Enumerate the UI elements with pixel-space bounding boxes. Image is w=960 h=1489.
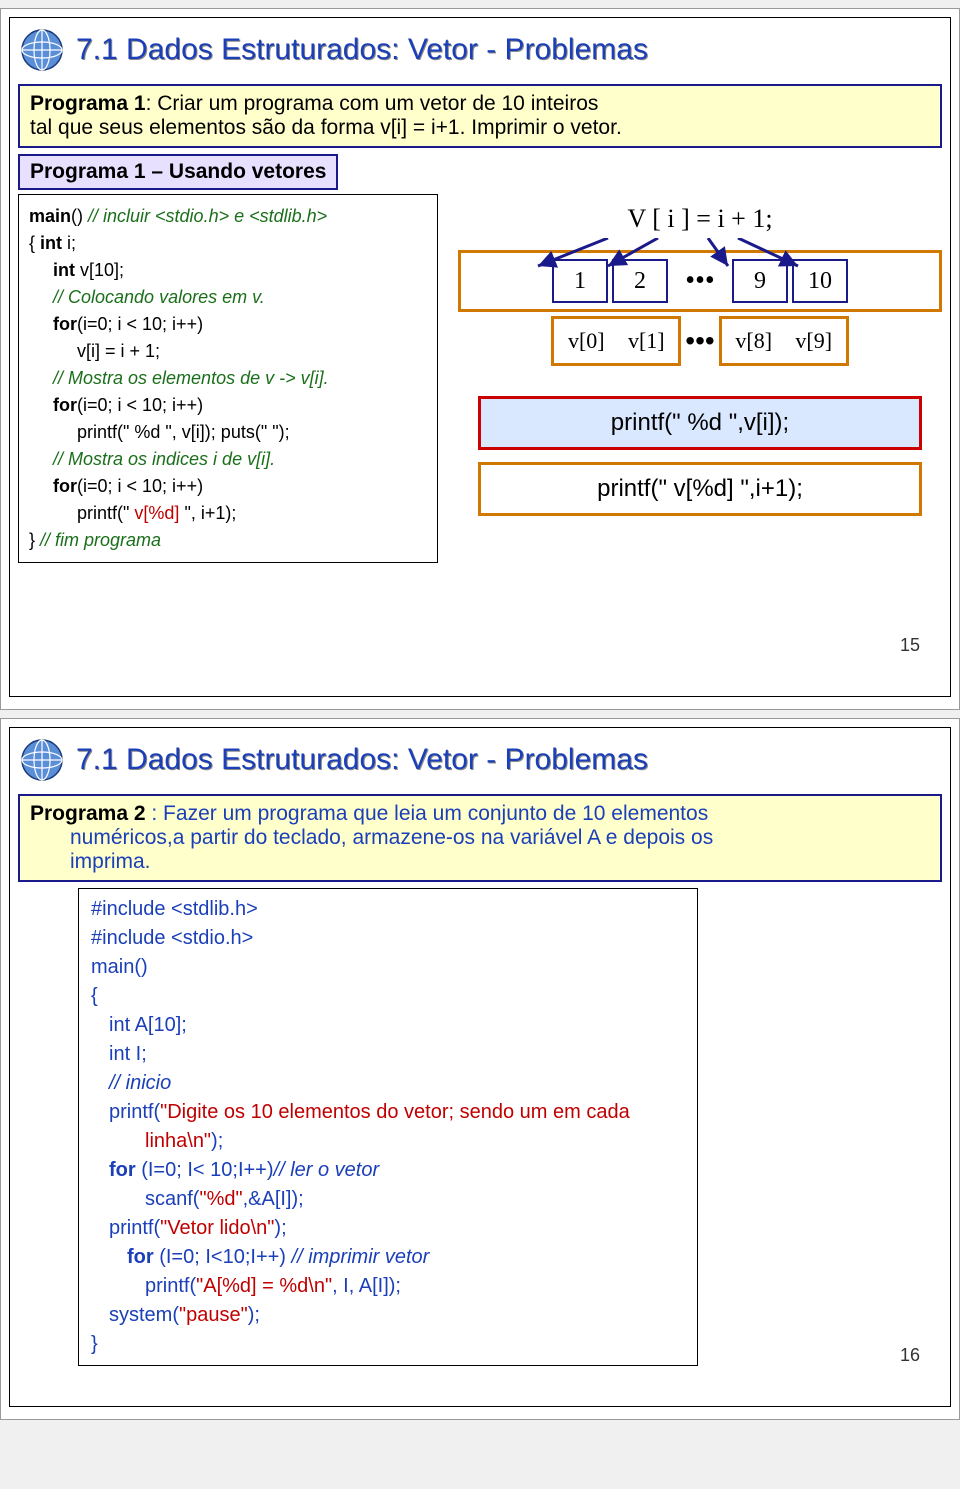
index-group: v[8] v[9] <box>719 316 849 366</box>
problem-statement: Programa 1: Criar um programa com um vet… <box>18 84 942 148</box>
slide-2: 7.1 Dados Estruturados: Vetor - Problema… <box>0 718 960 1420</box>
code-keyword: int <box>53 260 75 280</box>
code-box: main() // incluir <stdio.h> e <stdlib.h>… <box>18 194 438 563</box>
code-comment: // Colocando valores em v. <box>53 287 265 307</box>
problem-text-a: : Fazer um programa que leia um conjunto… <box>151 802 708 825</box>
problem-text-b: tal que seus elementos são da forma v[i]… <box>30 116 930 140</box>
code-brace: { <box>91 982 685 1011</box>
code-comment: // Mostra os indices i de v[i]. <box>53 449 275 469</box>
code-text: i; <box>62 233 76 253</box>
globe-logo-icon <box>18 26 66 74</box>
code-call: printf( <box>109 1101 160 1123</box>
code-text: (I=0; I<10;I++) <box>159 1246 291 1268</box>
code-text: printf(" %d ", v[i]); puts(" "); <box>77 422 290 442</box>
code-comment: // fim programa <box>40 530 161 550</box>
code-box: #include <stdlib.h> #include <stdio.h> m… <box>78 888 698 1366</box>
code-keyword: for <box>53 314 77 334</box>
arrows-icon <box>508 238 848 268</box>
code-text: (i=0; i < 10; i++) <box>77 395 203 415</box>
code-text: { <box>29 233 40 253</box>
code-string: "Vetor lido\n" <box>160 1217 274 1239</box>
code-comment: // incluir <stdio.h> e <stdlib.h> <box>88 206 327 226</box>
code-text: printf(" <box>77 503 134 523</box>
slide-title: 7.1 Dados Estruturados: Vetor - Problema… <box>76 33 648 67</box>
code-include: #include <stdlib.h> <box>91 895 685 924</box>
code-text: (i=0; i < 10; i++) <box>77 314 203 334</box>
subtitle-box: Programa 1 – Usando vetores <box>18 154 338 190</box>
code-text: , I, A[I]); <box>332 1275 401 1297</box>
code-text: () <box>71 206 88 226</box>
problem-statement: Programa 2 : Fazer um programa que leia … <box>18 794 942 882</box>
code-keyword: int <box>40 233 62 253</box>
program-label: Programa 1 <box>30 92 146 115</box>
code-keyword: for <box>127 1246 159 1268</box>
array-indices: v[0] v[1] ••• v[8] v[9] <box>458 316 942 366</box>
code-string: linha\n" <box>145 1130 211 1152</box>
code-call: printf( <box>109 1217 160 1239</box>
code-text: ); <box>274 1217 286 1239</box>
code-comment: // inicio <box>91 1069 685 1098</box>
code-text: ,&A[I]); <box>243 1188 304 1210</box>
code-text: ", i+1); <box>179 503 236 523</box>
content-row: main() // incluir <stdio.h> e <stdlib.h>… <box>18 194 942 563</box>
problem-text-c: armazene-os na variável A e depois os <box>352 826 713 849</box>
code-keyword: for <box>109 1159 141 1181</box>
code-decl: int A[10]; <box>91 1011 685 1040</box>
title-row: 7.1 Dados Estruturados: Vetor - Problema… <box>18 26 942 74</box>
code-red: v[%d] <box>134 503 179 523</box>
index-cell: v[8] <box>726 323 782 359</box>
code-main: main() <box>91 953 685 982</box>
code-decl: int I; <box>91 1040 685 1069</box>
code-string: "%d" <box>199 1188 242 1210</box>
code-comment: // imprimir vetor <box>292 1246 430 1268</box>
index-cell: v[0] <box>558 323 614 359</box>
page-number: 15 <box>900 635 920 656</box>
code-keyword: main <box>29 206 71 226</box>
diagram-column: V [ i ] = i + 1; 1 2 ••• 9 10 <box>458 194 942 563</box>
code-string: "Digite os 10 elementos do vetor; sendo … <box>160 1101 630 1123</box>
code-text: ); <box>248 1304 260 1326</box>
code-include: #include <stdio.h> <box>91 924 685 953</box>
page-number: 16 <box>900 1345 920 1366</box>
code-comment: // Mostra os elementos de v -> v[i]. <box>53 368 329 388</box>
code-text: } <box>29 530 40 550</box>
slide-frame: 7.1 Dados Estruturados: Vetor - Problema… <box>9 17 951 697</box>
code-call: printf( <box>145 1275 196 1297</box>
code-call: system( <box>109 1304 179 1326</box>
code-text: ); <box>211 1130 223 1152</box>
title-row: 7.1 Dados Estruturados: Vetor - Problema… <box>18 736 942 784</box>
code-brace: } <box>91 1330 685 1359</box>
code-text: (I=0; I< 10;I++) <box>141 1159 273 1181</box>
problem-text-b: numéricos,a partir do teclado, <box>70 826 352 849</box>
slide-frame: 7.1 Dados Estruturados: Vetor - Problema… <box>9 727 951 1407</box>
code-keyword: for <box>53 395 77 415</box>
code-call: scanf( <box>145 1188 199 1210</box>
subtitle-text: Programa 1 – Usando vetores <box>30 160 326 183</box>
code-text: v[i] = i + 1; <box>77 341 160 361</box>
code-string: "pause" <box>179 1304 248 1326</box>
slide-title: 7.1 Dados Estruturados: Vetor - Problema… <box>76 743 648 777</box>
index-group: v[0] v[1] <box>551 316 681 366</box>
code-text: (i=0; i < 10; i++) <box>77 476 203 496</box>
printf-box-2: printf(" v[%d] ",i+1); <box>478 462 922 516</box>
index-cell: v[9] <box>786 323 842 359</box>
index-dots: ••• <box>685 325 714 357</box>
program-label: Programa 2 <box>30 802 151 825</box>
code-comment: // ler o vetor <box>274 1159 380 1181</box>
formula: V [ i ] = i + 1; <box>458 204 942 234</box>
problem-text-d: imprima. <box>70 850 151 873</box>
code-string: "A[%d] = %d\n" <box>196 1275 332 1297</box>
globe-logo-icon <box>18 736 66 784</box>
code-keyword: for <box>53 476 77 496</box>
index-cell: v[1] <box>618 323 674 359</box>
code-text: v[10]; <box>75 260 124 280</box>
problem-text-a: : Criar um programa com um vetor de 10 i… <box>146 92 599 115</box>
slide-1: 7.1 Dados Estruturados: Vetor - Problema… <box>0 8 960 710</box>
printf-box-1: printf(" %d ",v[i]); <box>478 396 922 450</box>
